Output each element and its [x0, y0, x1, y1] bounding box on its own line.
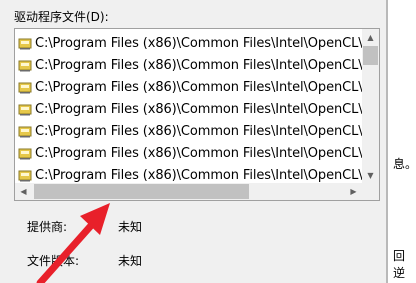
red-annotation-arrow-icon	[36, 203, 110, 283]
